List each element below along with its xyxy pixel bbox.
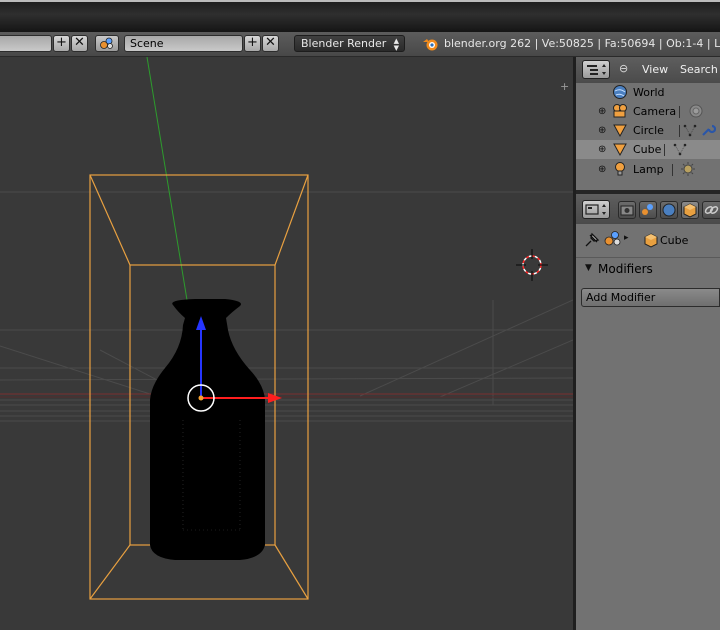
- properties-panel: [576, 224, 720, 630]
- divider: [679, 125, 680, 137]
- expand-icon[interactable]: ⊕: [598, 121, 606, 140]
- outliner-item-circle[interactable]: ⊕ Circle: [576, 121, 720, 140]
- pin-icon[interactable]: [583, 231, 601, 249]
- view-menu[interactable]: View: [642, 63, 668, 76]
- viewport-scene[interactable]: +: [0, 57, 573, 630]
- delete-screen-button[interactable]: ✕: [71, 35, 88, 52]
- object-cube-icon: [644, 233, 658, 248]
- add-modifier-button[interactable]: Add Modifier: [581, 288, 720, 307]
- panel-collapse-icon[interactable]: ▼: [585, 263, 592, 273]
- scene-statistics: blender.org 262 | Ve:50825 | Fa:50694 | …: [444, 37, 720, 50]
- panel-divider: [576, 257, 720, 258]
- scene-tab-icon[interactable]: [639, 201, 657, 219]
- outliner-item-world[interactable]: World: [576, 83, 720, 102]
- scene-icon: [604, 231, 621, 246]
- dropdown-arrows-icon: ▲ ▼: [393, 37, 399, 52]
- expand-icon[interactable]: ⊕: [598, 102, 606, 121]
- blender-logo-icon: [423, 39, 438, 51]
- editor-type-selector[interactable]: [582, 200, 610, 219]
- 3d-cursor-icon[interactable]: [516, 249, 548, 281]
- collapse-menu-icon[interactable]: ⊖: [619, 62, 628, 75]
- outliner-item-cube[interactable]: ⊕ Cube: [576, 140, 720, 159]
- camera-icon: [613, 104, 627, 118]
- window-top-strip: [0, 0, 720, 32]
- divider: [664, 144, 665, 156]
- mesh-icon: [613, 124, 627, 138]
- add-scene-button[interactable]: +: [244, 35, 261, 52]
- outliner-item-camera[interactable]: ⊕ Camera: [576, 102, 720, 121]
- render-tab-icon[interactable]: [618, 201, 636, 219]
- outliner-item-label: Lamp: [633, 163, 664, 176]
- wrench-icon[interactable]: [700, 122, 716, 138]
- editor-type-selector[interactable]: [582, 60, 610, 79]
- mesh-icon: [613, 143, 627, 157]
- outliner-editor-icon: [587, 64, 606, 75]
- breadcrumb-arrow-icon: ▸: [624, 233, 629, 243]
- divider: [679, 106, 680, 118]
- bottle-object[interactable]: [150, 299, 265, 560]
- outliner-item-label: Camera: [633, 105, 677, 118]
- y-axis-line: [146, 57, 188, 301]
- outliner-item-label: Circle: [633, 124, 664, 137]
- screen-layout-field[interactable]: [0, 35, 52, 52]
- outliner-item-label: World: [633, 86, 665, 99]
- properties-editor-icon: [585, 204, 606, 215]
- 3d-viewport[interactable]: +: [0, 57, 573, 630]
- floor-grid: [0, 191, 573, 422]
- object-origin: [198, 395, 204, 401]
- breadcrumb-object-label: Cube: [660, 234, 689, 247]
- world-tab-icon[interactable]: [660, 201, 678, 219]
- scene-icon: [100, 37, 113, 49]
- render-engine-dropdown[interactable]: Blender Render ▲ ▼: [294, 35, 405, 52]
- constraints-tab-icon[interactable]: [702, 201, 720, 219]
- area-split-widget[interactable]: +: [560, 80, 569, 93]
- mesh-data-icon[interactable]: [682, 122, 698, 138]
- scene-name-field[interactable]: Scene: [124, 35, 243, 52]
- lamp-data-icon[interactable]: [680, 161, 696, 177]
- delete-scene-button[interactable]: ✕: [262, 35, 279, 52]
- render-engine-label: Blender Render: [301, 37, 387, 50]
- camera-data-icon[interactable]: [688, 103, 704, 119]
- outliner-item-label: Cube: [633, 143, 662, 156]
- scene-selector-button[interactable]: [95, 35, 119, 52]
- expand-icon[interactable]: ⊕: [598, 140, 606, 159]
- lamp-icon: [615, 162, 625, 176]
- modifiers-panel-title[interactable]: Modifiers: [598, 262, 653, 276]
- outliner-item-lamp[interactable]: ⊕ Lamp: [576, 160, 720, 179]
- add-screen-button[interactable]: +: [53, 35, 70, 52]
- search-menu[interactable]: Search: [680, 63, 718, 76]
- mesh-data-icon[interactable]: [672, 141, 688, 157]
- divider: [672, 164, 673, 176]
- object-tab-icon[interactable]: [681, 201, 699, 219]
- expand-icon[interactable]: ⊕: [598, 160, 606, 179]
- window-top-border: [0, 0, 720, 2]
- world-icon: [613, 85, 627, 99]
- outliner-header: ⊖ View Search: [576, 57, 720, 83]
